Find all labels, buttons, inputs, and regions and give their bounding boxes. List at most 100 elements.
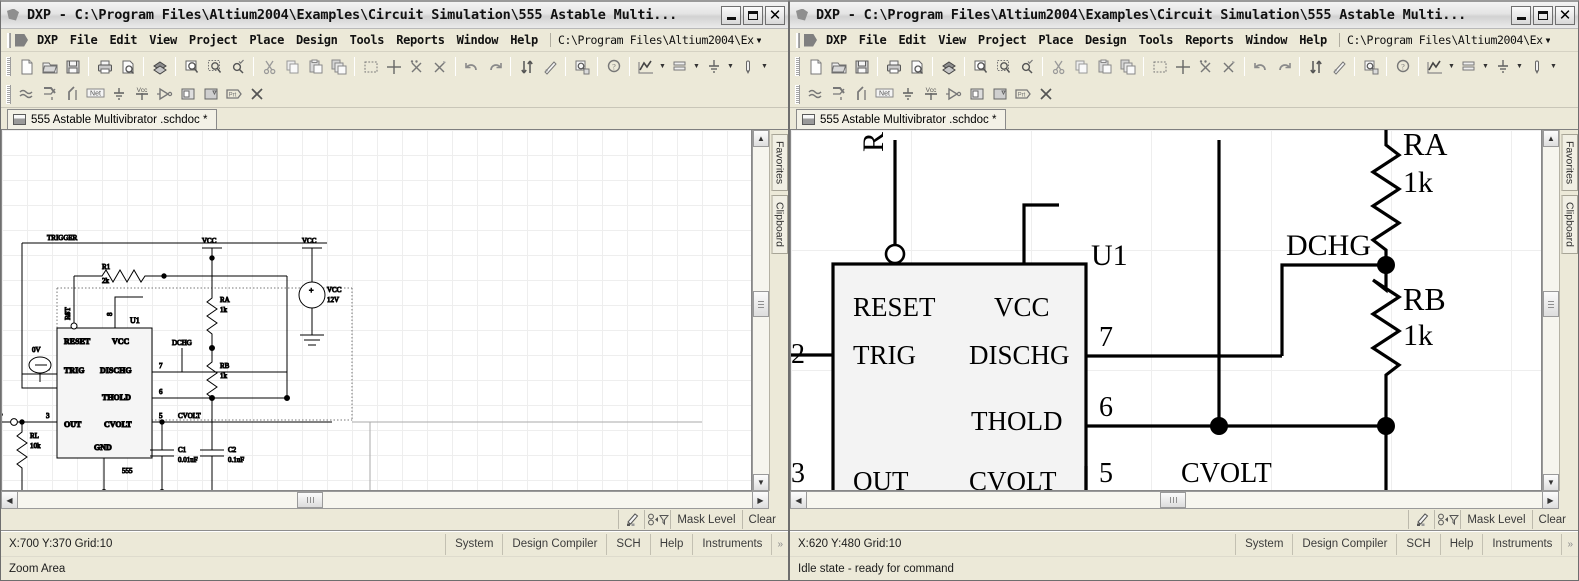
menu-item-reports[interactable]: Reports [390,31,450,49]
print-preview-icon[interactable] [905,56,928,78]
vertical-scroll-track[interactable] [1543,147,1559,474]
horizontal-scroll-track[interactable] [18,491,752,509]
power-port-icon[interactable] [1491,56,1514,78]
menubar-grip[interactable] [7,32,11,48]
paste-array-icon[interactable] [327,56,350,78]
horizontal-scroll-thumb[interactable] [1159,492,1186,508]
zoom-selected-icon[interactable] [1015,56,1038,78]
panel-overflow-button[interactable]: » [1561,533,1578,555]
menu-item-file[interactable]: File [64,31,104,49]
place-no-erc-icon[interactable] [1034,83,1057,105]
menu-item-help[interactable]: Help [1293,31,1333,49]
simulate-icon[interactable] [634,56,657,78]
chevron-down-icon[interactable]: ▼ [725,56,736,78]
panel-button-design-compiler[interactable]: Design Compiler [502,533,606,555]
place-vcc-power-port-icon[interactable]: Vcc [919,83,942,105]
help-icon[interactable]: ? [602,56,625,78]
panel-button-design-compiler[interactable]: Design Compiler [1292,533,1396,555]
place-sheet-symbol-icon[interactable] [176,83,199,105]
minimize-button[interactable] [1511,5,1531,25]
mask-filter-icon[interactable] [644,510,670,529]
probe-icon[interactable] [736,56,759,78]
place-sheet-entry-icon[interactable] [199,83,222,105]
new-document-icon[interactable] [15,56,38,78]
place-wire-icon[interactable] [804,83,827,105]
print-icon[interactable] [882,56,905,78]
close-button[interactable]: ✕ [765,5,785,25]
paste-icon[interactable] [1093,56,1116,78]
open-report-icon[interactable] [937,56,960,78]
menu-item-dxp[interactable]: DXP [31,31,64,49]
titlebar-left[interactable]: DXP - C:\Program Files\Altium2004\Exampl… [1,2,788,29]
undo-icon[interactable] [460,56,483,78]
place-port-icon[interactable]: Prt [222,83,245,105]
menu-item-design[interactable]: Design [290,31,344,49]
menu-item-edit[interactable]: Edit [103,31,143,49]
place-part-icon[interactable] [153,83,176,105]
scroll-left-button[interactable]: ◀ [790,491,807,509]
panel-overflow-button[interactable]: » [771,533,788,555]
place-bus-icon[interactable] [38,83,61,105]
scroll-down-button[interactable]: ▼ [753,474,769,491]
place-gnd-power-port-icon[interactable] [896,83,919,105]
schematic-canvas-left[interactable]: TRIGGER R1 2k RST U1 555 RESET VCC TRIG … [1,130,752,491]
titlebar-right[interactable]: DXP - C:\Program Files\Altium2004\Exampl… [790,2,1578,29]
panel-button-help[interactable]: Help [649,533,693,555]
menubar-grip[interactable] [796,32,800,48]
dock-tab-favorites[interactable]: Favorites [1560,134,1578,192]
place-vcc-power-port-icon[interactable]: Vcc [130,83,153,105]
toolbar-grip[interactable] [795,57,800,76]
panel-button-sch[interactable]: SCH [606,533,649,555]
help-icon[interactable]: ? [1391,56,1414,78]
panel-button-system[interactable]: System [445,533,502,555]
place-net-label-icon[interactable]: Net [84,83,107,105]
place-bus-entry-icon[interactable] [850,83,873,105]
browse-library-icon[interactable] [1359,56,1382,78]
zoom-area-icon[interactable] [203,56,226,78]
cut-icon[interactable] [258,56,281,78]
dock-tab-clipboard[interactable]: Clipboard [770,195,788,255]
document-tab[interactable]: 555 Astable Multivibrator .schdoc * [796,109,1007,129]
hierarchy-icon[interactable] [515,56,538,78]
layers-icon[interactable] [668,56,691,78]
panel-button-system[interactable]: System [1235,533,1292,555]
horizontal-scrollbar-left[interactable]: ◀ ▶ [1,491,788,509]
menu-item-tools[interactable]: Tools [344,31,391,49]
scroll-up-button[interactable]: ▲ [753,130,769,147]
scroll-up-button[interactable]: ▲ [1543,130,1559,147]
undo-icon[interactable] [1249,56,1272,78]
place-no-erc-icon[interactable] [245,83,268,105]
mask-level-button[interactable]: Mask Level [1460,510,1531,529]
hierarchy-icon[interactable] [1304,56,1327,78]
schematic-canvas-right[interactable]: RS 4 8 U1 RESET VCC TRIG [790,130,1542,491]
menu-item-tools[interactable]: Tools [1133,31,1180,49]
open-report-icon[interactable] [148,56,171,78]
save-icon[interactable] [850,56,873,78]
place-bus-icon[interactable] [827,83,850,105]
copy-icon[interactable] [1070,56,1093,78]
place-part-icon[interactable] [942,83,965,105]
menu-item-help[interactable]: Help [504,31,544,49]
move-selection-icon[interactable] [1171,56,1194,78]
panel-button-sch[interactable]: SCH [1396,533,1439,555]
chevron-down-icon[interactable]: ▼ [759,56,770,78]
redo-icon[interactable] [1272,56,1295,78]
print-icon[interactable] [93,56,116,78]
menu-item-view[interactable]: View [932,31,972,49]
new-document-icon[interactable] [804,56,827,78]
menu-item-edit[interactable]: Edit [892,31,932,49]
edit-wire-icon[interactable] [538,56,561,78]
menu-item-design[interactable]: Design [1079,31,1133,49]
select-area-icon[interactable] [1148,56,1171,78]
menu-item-place[interactable]: Place [1032,31,1079,49]
open-document-icon[interactable] [38,56,61,78]
menu-item-file[interactable]: File [853,31,893,49]
redo-icon[interactable] [483,56,506,78]
power-port-icon[interactable] [702,56,725,78]
highlight-pen-icon[interactable] [1408,510,1434,529]
menu-item-project[interactable]: Project [183,31,243,49]
vertical-scrollbar-right[interactable]: ▲ ▼ [1542,130,1559,491]
clear-mask-button[interactable]: Clear [741,510,782,529]
minimize-button[interactable] [721,5,741,25]
vertical-scroll-track[interactable] [753,147,769,474]
